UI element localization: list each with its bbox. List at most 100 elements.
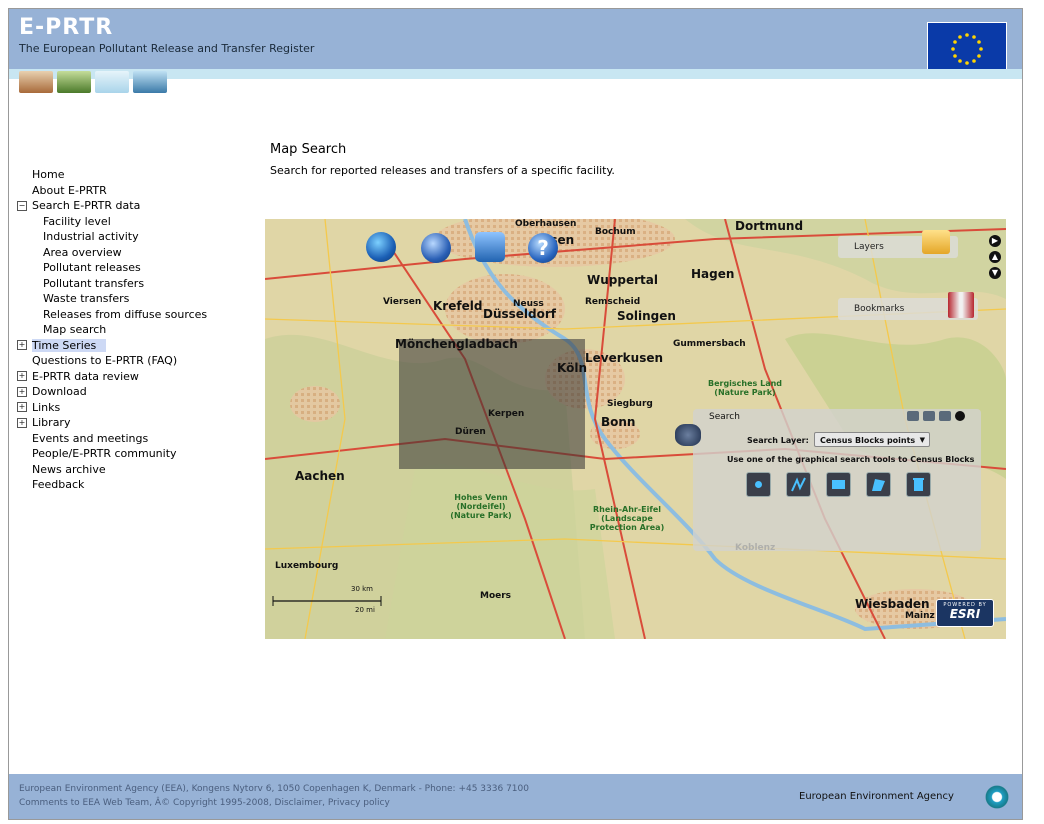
book-icon	[948, 292, 974, 318]
nav-item-label: Industrial activity	[43, 230, 139, 244]
expand-icon[interactable]: +	[17, 402, 27, 413]
air-theme-icon[interactable]	[95, 71, 129, 93]
nav-item-label: Search E-PRTR data	[32, 199, 141, 213]
bookmarks-label: Bookmarks	[854, 304, 905, 314]
page-title: Map Search	[270, 142, 347, 157]
map-place-label: Remscheid	[585, 297, 641, 307]
agency-name: European Environment Agency	[799, 791, 954, 802]
nav-item[interactable]: + Links	[17, 400, 207, 416]
nav-item-label: E-PRTR data review	[32, 369, 139, 383]
nav-item[interactable]: Industrial activity	[17, 229, 207, 245]
nav-item[interactable]: Area overview	[17, 245, 207, 261]
page-description: Search for reported releases and transfe…	[270, 164, 615, 177]
search-layer-select[interactable]: Census Blocks points ▼	[814, 432, 930, 447]
map-place-label: Moers	[480, 591, 512, 601]
clear-tool-icon[interactable]	[906, 472, 931, 497]
map-place-label: Mainz	[905, 611, 935, 621]
nav-item[interactable]: Releases from diffuse sources	[17, 307, 207, 323]
navigation-compass-icon[interactable]	[421, 233, 451, 263]
nav-item-label: Questions to E-PRTR (FAQ)	[32, 354, 178, 368]
site-logo[interactable]: E-PRTR	[19, 15, 113, 40]
nav-item[interactable]: Facility level	[17, 214, 207, 230]
nav-item[interactable]: About E-PRTR	[17, 183, 207, 199]
nav-item[interactable]: + E-PRTR data review	[17, 369, 207, 385]
eea-logo-icon[interactable]	[984, 784, 1010, 810]
nav-item[interactable]: Feedback	[17, 477, 207, 493]
map-place-label: Krefeld	[433, 299, 483, 313]
nav-item[interactable]: Questions to E-PRTR (FAQ)	[17, 353, 207, 369]
map-place-label: Bonn	[601, 415, 636, 429]
nav-item-label: Download	[32, 385, 87, 399]
map-place-label: Leverkusen	[585, 351, 664, 365]
nav-item[interactable]: Pollutant releases	[17, 260, 207, 276]
polyline-tool-icon[interactable]	[786, 472, 811, 497]
pan-up-icon[interactable]: ▲	[989, 251, 1001, 263]
expand-icon[interactable]: +	[17, 417, 27, 428]
nav-item[interactable]: People/E-PRTR community	[17, 446, 207, 462]
nav-item-label: Home	[32, 168, 65, 182]
eu-flag-icon	[927, 22, 1007, 76]
nav-item[interactable]: + Time Series	[17, 338, 207, 354]
soil-theme-icon[interactable]	[19, 71, 53, 93]
nav-item-label: Releases from diffuse sources	[43, 307, 208, 321]
map-place-label: Kerpen	[488, 409, 525, 419]
table-icon[interactable]	[923, 411, 935, 421]
close-icon[interactable]	[955, 411, 965, 421]
nav-item[interactable]: Events and meetings	[17, 431, 207, 447]
rectangle-tool-icon[interactable]	[826, 472, 851, 497]
bookmarks-button[interactable]: Bookmarks	[838, 292, 978, 320]
search-panel-title: Search	[709, 412, 740, 422]
pan-down-icon[interactable]: ▼	[989, 267, 1001, 279]
nav-item-label: People/E-PRTR community	[32, 447, 177, 461]
theme-icons	[19, 71, 167, 93]
footer-links[interactable]: Comments to EEA Web Team, Â© Copyright 1…	[19, 798, 390, 808]
nav-item-label: Links	[32, 400, 61, 414]
polygon-tool-icon[interactable]	[866, 472, 891, 497]
site-subtitle: The European Pollutant Release and Trans…	[19, 42, 315, 55]
chart-icon[interactable]	[939, 411, 951, 421]
nav-item[interactable]: Waste transfers	[17, 291, 207, 307]
refresh-icon[interactable]	[907, 411, 919, 421]
map-place-label: Gummersbach	[673, 339, 746, 349]
expand-icon[interactable]: +	[17, 386, 27, 397]
nav-item[interactable]: + Download	[17, 384, 207, 400]
search-panel: Search Search Layer: Census Blocks point…	[675, 409, 981, 551]
site-header: E-PRTR The European Pollutant Release an…	[9, 9, 1022, 76]
nav-item-label: About E-PRTR	[32, 183, 107, 197]
nav-item-label: News archive	[32, 462, 106, 476]
search-layer-value: Census Blocks points	[820, 436, 916, 445]
grass-theme-icon[interactable]	[57, 71, 91, 93]
folder-icon	[922, 230, 950, 254]
nav-item[interactable]: − Search E-PRTR data	[17, 198, 207, 214]
search-hint: Use one of the graphical search tools to…	[727, 455, 975, 464]
layers-label: Layers	[854, 242, 884, 252]
expand-icon[interactable]: +	[17, 371, 27, 382]
nav-item[interactable]: Pollutant transfers	[17, 276, 207, 292]
next-icon[interactable]: ▶	[989, 235, 1001, 247]
map-place-label: Solingen	[617, 309, 676, 323]
map-place-label: Hagen	[691, 267, 735, 281]
map-viewer[interactable]: DortmundBochumEssenOberhausenDüsseldorfK…	[265, 219, 1006, 639]
nav-item-label: Feedback	[32, 478, 85, 492]
esri-name: ESRI	[949, 607, 981, 621]
help-icon[interactable]: ?	[528, 233, 558, 263]
layers-button[interactable]: Layers	[838, 230, 958, 258]
nav-item[interactable]: Map search	[17, 322, 207, 338]
point-tool-icon[interactable]	[746, 472, 771, 497]
search-layer-label: Search Layer:	[747, 436, 809, 445]
expand-icon[interactable]: +	[17, 340, 27, 351]
globe-icon[interactable]	[366, 232, 396, 262]
site-footer: European Environment Agency (EEA), Konge…	[9, 774, 1022, 819]
water-theme-icon[interactable]	[133, 71, 167, 93]
map-place-label: Rhein-Ahr-Eifel (Landscape Protection Ar…	[589, 505, 665, 532]
map-place-label: Bergisches Land (Nature Park)	[707, 379, 783, 397]
nav-item[interactable]: Home	[17, 167, 207, 183]
binoculars-icon	[675, 424, 701, 446]
collapse-icon[interactable]: −	[17, 200, 27, 211]
esri-logo[interactable]: POWERED BY ESRI	[936, 599, 994, 627]
settings-gear-icon[interactable]	[475, 232, 505, 262]
nav-item[interactable]: News archive	[17, 462, 207, 478]
nav-item[interactable]: + Library	[17, 415, 207, 431]
map-place-label: Mönchengladbach	[395, 337, 518, 351]
left-navigation: Home About E-PRTR − Search E-PRTR data Facil…	[17, 167, 207, 493]
